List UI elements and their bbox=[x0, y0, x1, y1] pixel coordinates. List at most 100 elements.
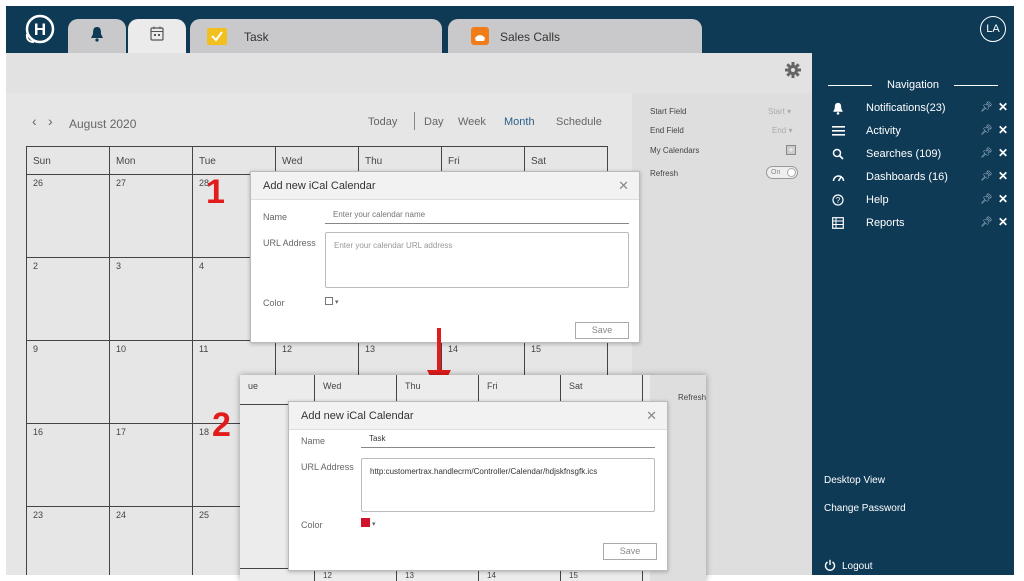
close-icon[interactable]: ✕ bbox=[998, 100, 1008, 114]
close-icon[interactable]: ✕ bbox=[998, 192, 1008, 206]
step-number: 1 bbox=[206, 173, 225, 211]
search-icon bbox=[832, 148, 846, 162]
color-swatch bbox=[361, 518, 370, 527]
ical-dialog-empty: Add new iCal Calendar ✕ Name URL Address… bbox=[250, 171, 640, 343]
navigation-panel: Navigation Notifications(23) 📌︎ ✕ Activi… bbox=[812, 53, 1014, 575]
name-input[interactable]: Task bbox=[361, 432, 655, 448]
view-day[interactable]: Day bbox=[424, 116, 444, 128]
pin-icon[interactable]: 📌︎ bbox=[980, 171, 993, 182]
my-calendars-label: My Calendars bbox=[650, 146, 700, 155]
close-icon[interactable]: ✕ bbox=[998, 169, 1008, 183]
day-cell[interactable]: 17 bbox=[110, 424, 193, 507]
nav-item-searches[interactable]: Searches (109) 📌︎ ✕ bbox=[832, 146, 1008, 164]
name-label: Name bbox=[263, 212, 288, 222]
close-icon[interactable]: ✕ bbox=[998, 215, 1008, 229]
calendar-icon bbox=[150, 26, 164, 46]
pin-icon[interactable]: 📌︎ bbox=[980, 148, 993, 159]
chevron-right-icon[interactable]: › bbox=[48, 113, 53, 129]
nav-item-help[interactable]: ? Help 📌︎ ✕ bbox=[832, 192, 1008, 210]
add-calendar-icon[interactable]: + bbox=[786, 145, 796, 155]
pin-icon[interactable]: 📌︎ bbox=[980, 102, 993, 113]
list-icon bbox=[832, 125, 846, 139]
logo-letter: H bbox=[34, 20, 46, 39]
day-cell[interactable]: 9 bbox=[27, 341, 110, 424]
tab-task-label: Task bbox=[244, 30, 269, 44]
refresh-toggle[interactable]: On bbox=[766, 166, 798, 179]
close-icon[interactable]: ✕ bbox=[646, 408, 657, 424]
logo: H bbox=[22, 14, 58, 46]
day-cell[interactable]: 16 bbox=[27, 424, 110, 507]
ical-dialog-filled: Add new iCal Calendar ✕ Name Task URL Ad… bbox=[288, 401, 668, 571]
view-schedule[interactable]: Schedule bbox=[556, 116, 602, 128]
step-number: 2 bbox=[212, 406, 231, 444]
tab-notifications[interactable] bbox=[68, 19, 126, 53]
dialog-header: Add new iCal Calendar ✕ bbox=[289, 402, 667, 430]
gear-icon[interactable] bbox=[784, 61, 802, 84]
refresh-label: Refresh bbox=[678, 393, 706, 402]
view-month[interactable]: Month bbox=[504, 116, 535, 128]
top-bar: H Task Sales Calls LA bbox=[6, 6, 1014, 53]
color-picker[interactable]: ▾ bbox=[361, 518, 375, 528]
day-cell[interactable]: 2 bbox=[27, 258, 110, 341]
nav-item-label: Notifications(23) bbox=[866, 102, 946, 114]
weekday-header: Mon bbox=[110, 147, 193, 175]
help-icon: ? bbox=[832, 194, 846, 208]
calendar-header: ‹ › August 2020 Today Day Week Month Sch… bbox=[30, 111, 620, 135]
dialog-header: Add new iCal Calendar ✕ bbox=[251, 172, 639, 200]
avatar[interactable]: LA bbox=[980, 16, 1006, 42]
view-week[interactable]: Week bbox=[458, 116, 486, 128]
tab-sales-calls[interactable]: Sales Calls bbox=[448, 19, 702, 53]
nav-item-dashboards[interactable]: Dashboards (16) 📌︎ ✕ bbox=[832, 169, 1008, 187]
pin-icon[interactable]: 📌︎ bbox=[980, 194, 993, 205]
color-picker[interactable]: ▾ bbox=[325, 297, 338, 306]
day-cell[interactable]: 10 bbox=[110, 341, 193, 424]
chevron-left-icon[interactable]: ‹ bbox=[32, 113, 37, 129]
day-cell[interactable]: 23 bbox=[27, 507, 110, 575]
nav-item-label: Searches (109) bbox=[866, 148, 942, 160]
day-cell[interactable]: 26 bbox=[27, 175, 110, 258]
logout-button[interactable]: Logout bbox=[824, 559, 873, 574]
end-field-select[interactable]: End ▾ bbox=[772, 126, 792, 135]
weekday-header: Wed bbox=[315, 375, 397, 404]
dialog-title: Add new iCal Calendar bbox=[263, 180, 376, 192]
name-input[interactable] bbox=[325, 206, 629, 224]
tab-sales-calls-label: Sales Calls bbox=[500, 30, 561, 44]
bell-icon bbox=[832, 102, 846, 116]
logout-label: Logout bbox=[842, 561, 873, 572]
svg-text:?: ? bbox=[836, 196, 841, 205]
tab-calendar[interactable] bbox=[128, 19, 186, 53]
url-label: URL Address bbox=[301, 462, 354, 472]
url-textarea[interactable]: http:customertrax.handlecrm/Controller/C… bbox=[361, 458, 655, 512]
power-icon bbox=[824, 559, 836, 574]
table-icon bbox=[832, 217, 846, 231]
close-icon[interactable]: ✕ bbox=[998, 123, 1008, 137]
nav-item-activity[interactable]: Activity 📌︎ ✕ bbox=[832, 123, 1008, 141]
day-cell[interactable]: 27 bbox=[110, 175, 193, 258]
phone-icon bbox=[470, 26, 490, 51]
pin-icon[interactable]: 📌︎ bbox=[980, 217, 993, 228]
day-cell[interactable]: 3 bbox=[110, 258, 193, 341]
day-cell[interactable]: 24 bbox=[110, 507, 193, 575]
close-icon[interactable]: ✕ bbox=[998, 146, 1008, 160]
save-button[interactable]: Save bbox=[603, 543, 657, 560]
nav-item-reports[interactable]: Reports 📌︎ ✕ bbox=[832, 215, 1008, 233]
nav-item-label: Dashboards (16) bbox=[866, 171, 948, 183]
month-label: August 2020 bbox=[69, 117, 137, 131]
tab-task[interactable]: Task bbox=[190, 19, 442, 53]
end-field-label: End Field bbox=[650, 126, 684, 135]
toggle-knob bbox=[787, 168, 796, 177]
weekday-header: Sat bbox=[561, 375, 643, 404]
desktop-view-link[interactable]: Desktop View bbox=[824, 475, 885, 486]
weekday-header: Sun bbox=[27, 147, 110, 175]
color-label: Color bbox=[301, 520, 323, 530]
start-field-select[interactable]: Start ▾ bbox=[768, 107, 791, 116]
task-icon bbox=[206, 26, 228, 51]
pin-icon[interactable]: 📌︎ bbox=[980, 125, 993, 136]
url-textarea[interactable]: Enter your calendar URL address bbox=[325, 232, 629, 288]
nav-item-notifications[interactable]: Notifications(23) 📌︎ ✕ bbox=[832, 100, 1008, 118]
close-icon[interactable]: ✕ bbox=[618, 178, 629, 194]
today-button[interactable]: Today bbox=[368, 116, 397, 128]
change-password-link[interactable]: Change Password bbox=[824, 503, 906, 514]
save-button[interactable]: Save bbox=[575, 322, 629, 339]
dialog-title: Add new iCal Calendar bbox=[301, 410, 414, 422]
